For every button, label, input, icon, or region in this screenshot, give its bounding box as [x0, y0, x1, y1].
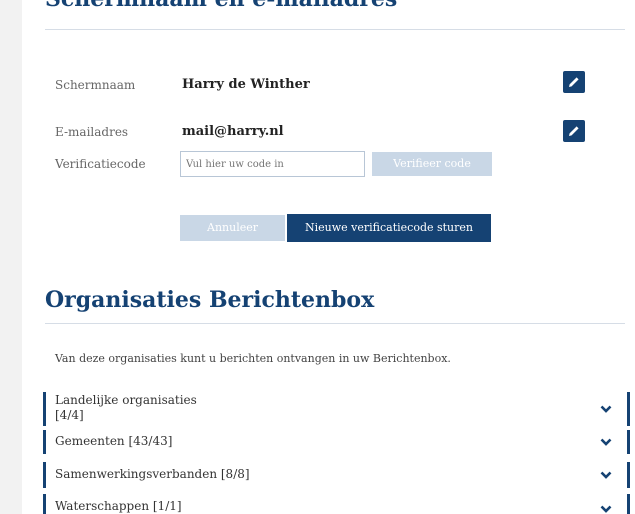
- edit-screenname-button[interactable]: [563, 71, 585, 93]
- organisations-intro: Van deze organisaties kunt u berichten o…: [55, 352, 451, 365]
- accordion-edge: [627, 494, 630, 514]
- accordion-edge: [627, 392, 630, 426]
- verification-code-label: Verificatiecode: [55, 157, 146, 171]
- accordion-label: Gemeenten [43/43]: [55, 434, 173, 448]
- accordion-gemeenten[interactable]: Gemeenten [43/43]: [43, 430, 630, 454]
- accordion-edge: [627, 430, 630, 454]
- email-label: E-mailadres: [55, 125, 129, 139]
- pencil-icon: [569, 126, 579, 136]
- accordion-samenwerkingsverbanden[interactable]: Samenwerkingsverbanden [8/8]: [43, 462, 630, 488]
- send-new-verification-code-button[interactable]: Nieuwe verificatiecode sturen: [287, 214, 491, 242]
- pencil-icon: [569, 77, 579, 87]
- chevron-down-icon: [600, 471, 612, 479]
- chevron-down-icon: [600, 438, 612, 446]
- accordion-waterschappen[interactable]: Waterschappen [1/1]: [43, 494, 630, 514]
- chevron-down-icon: [600, 505, 612, 513]
- chevron-down-icon: [600, 405, 612, 413]
- accordion-label: Samenwerkingsverbanden [8/8]: [55, 467, 250, 481]
- screenname-label: Schermnaam: [55, 78, 136, 92]
- divider: [45, 29, 625, 30]
- verification-code-input[interactable]: [180, 151, 365, 177]
- section-heading-organisations: Organisaties Berichtenbox: [45, 287, 375, 313]
- section-heading-screenname-email: Schermnaam en e-mailadres: [45, 0, 397, 12]
- screenname-value: Harry de Winther: [182, 77, 310, 92]
- accordion-landelijke-organisaties[interactable]: Landelijke organisaties [4/4]: [43, 392, 630, 426]
- accordion-edge: [627, 462, 630, 488]
- divider: [45, 323, 625, 324]
- accordion-label: Waterschappen [1/1]: [55, 499, 182, 513]
- verify-code-button[interactable]: Verifieer code: [372, 152, 492, 176]
- email-value: mail@harry.nl: [182, 124, 284, 139]
- accordion-label: Landelijke organisaties [4/4]: [55, 393, 197, 422]
- cancel-button[interactable]: Annuleer: [180, 215, 285, 241]
- edit-email-button[interactable]: [563, 120, 585, 142]
